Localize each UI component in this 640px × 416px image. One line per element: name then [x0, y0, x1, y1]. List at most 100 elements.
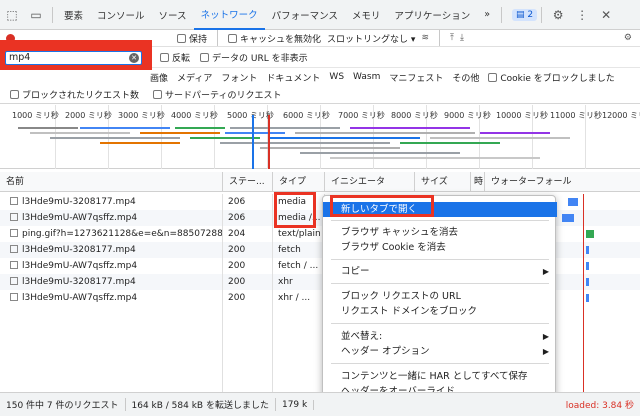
type-filter-row: 画像 メディア フォント ドキュメント WS Wasm マニフェスト その他 C… [0, 68, 640, 86]
menu-item-sort-by[interactable]: 並べ替え: ▶ [323, 329, 557, 344]
tab-memory[interactable]: メモリ [345, 0, 388, 30]
waterfall-bar [568, 198, 578, 206]
kebab-menu-icon[interactable]: ⋮ [570, 0, 594, 30]
waterfall-bar [80, 127, 170, 129]
column-header-status[interactable]: ステー... [222, 172, 272, 192]
load-time: loaded: 3.84 秒 [565, 401, 634, 411]
type-filter-font[interactable]: フォント [221, 71, 257, 84]
column-header-name[interactable]: 名前 [0, 172, 222, 192]
disable-cache-checkbox[interactable]: キャッシュを無効化 [228, 32, 321, 45]
file-icon [10, 197, 18, 205]
waterfall-bar [50, 137, 180, 139]
blocked-requests-label: ブロックされたリクエスト数 [22, 91, 140, 101]
timeline-tick: 7000 ミリ秒 [338, 111, 385, 120]
blocked-cookies-checkbox[interactable]: Cookie をブロックしました [488, 71, 615, 84]
column-header-initiator[interactable]: イニシエータ [324, 172, 414, 192]
timeline-tick: 11000 ミリ秒 [550, 111, 602, 120]
download-icon[interactable]: ⤓ [460, 33, 464, 43]
menu-item-block-domain[interactable]: リクエスト ドメインをブロック [323, 304, 557, 319]
tab-sources[interactable]: ソース [152, 0, 194, 30]
column-header-time[interactable]: 時 [470, 172, 484, 192]
chevron-right-icon: ▶ [542, 347, 549, 356]
chevron-right-icon: ▶ [542, 332, 549, 341]
type-filter-media[interactable]: メディア [177, 71, 212, 84]
waterfall-bar [140, 132, 220, 134]
type-filter-wasm[interactable]: Wasm [353, 72, 380, 82]
type-filter-manifest[interactable]: マニフェスト [389, 71, 443, 84]
throttling-select[interactable]: スロットリングなし ▾ [327, 32, 415, 45]
settings-icon[interactable]: ⚙ [624, 33, 640, 43]
type-filter-other[interactable]: その他 [452, 71, 479, 84]
menu-item-save-har[interactable]: コンテンツと一緒に HAR としてすべて保存 [323, 369, 557, 384]
timeline-overview[interactable]: 1000 ミリ秒 2000 ミリ秒 3000 ミリ秒 4000 ミリ秒 5000… [0, 105, 640, 169]
preserve-log-label: 保持 [189, 34, 208, 45]
menu-item-label: コピー [341, 266, 370, 277]
preserve-log-checkbox[interactable]: 保持 [177, 32, 207, 45]
column-header-type[interactable]: タイプ [272, 172, 324, 192]
waterfall-bar [400, 142, 500, 144]
third-party-checkbox[interactable]: サードパーティのリクエスト [153, 88, 281, 101]
timeline-tick: 5000 ミリ秒 [227, 111, 274, 120]
tab-performance[interactable]: パフォーマンス [265, 0, 345, 30]
request-table-header: 名前 ステー... タイプ イニシエータ サイズ 時 ウォーターフォール [0, 172, 640, 192]
clear-icon[interactable]: ✕ [129, 53, 139, 63]
type-filter-ws[interactable]: WS [329, 72, 344, 82]
row-status: 206 [228, 213, 246, 223]
row-status: 206 [228, 197, 246, 207]
row-status: 200 [228, 293, 246, 303]
type-filter-document[interactable]: ドキュメント [266, 71, 320, 84]
waterfall-bar [330, 157, 540, 159]
row-name: l3Hde9mU-3208177.mp4 [4, 194, 222, 210]
waterfall-bar [270, 137, 420, 139]
checkbox-box[interactable] [177, 33, 186, 43]
blocked-requests-checkbox[interactable]: ブロックされたリクエスト数 [10, 88, 139, 101]
resources-size: 179 k [276, 399, 315, 410]
tab-application[interactable]: アプリケーション [387, 0, 477, 30]
waterfall-bar [562, 214, 574, 222]
divider [541, 6, 543, 23]
tab-elements[interactable]: 要素 [57, 0, 90, 30]
close-icon[interactable]: ✕ [594, 0, 618, 30]
waterfall-bar [586, 278, 589, 286]
hide-data-urls-label: データの URL を非表示 [212, 53, 308, 64]
checkbox-box[interactable] [10, 90, 19, 99]
issues-badge[interactable]: ▤ 2 [512, 8, 538, 21]
checkbox-box[interactable] [488, 72, 498, 82]
waterfall-bar [300, 152, 460, 154]
file-icon [10, 293, 18, 301]
menu-item-clear-cache[interactable]: ブラウザ キャッシュを消去 [323, 225, 557, 240]
checkbox-box[interactable] [153, 90, 163, 99]
more-tabs-button[interactable]: » [477, 0, 497, 30]
type-filter-image[interactable]: 画像 [150, 71, 168, 84]
gear-icon[interactable]: ⚙ [546, 0, 570, 30]
device-toolbar-icon[interactable]: ▭ [24, 0, 48, 30]
divider [217, 30, 219, 46]
inspect-element-icon[interactable]: ⬚ [0, 0, 24, 30]
menu-item-clear-cookies[interactable]: ブラウザ Cookie を消去 [323, 240, 557, 255]
row-status: 204 [228, 229, 246, 239]
dom-content-loaded-marker [252, 115, 254, 169]
wifi-icon[interactable]: ≋ [421, 33, 429, 43]
checkbox-box[interactable] [200, 52, 210, 62]
upload-icon[interactable]: ⤒ [450, 33, 454, 43]
open-new-tab-highlight [330, 195, 434, 217]
tab-network[interactable]: ネットワーク [193, 0, 265, 30]
row-name-text: l3Hde9mU-3208177.mp4 [22, 277, 136, 287]
column-header-size[interactable]: サイズ [414, 172, 470, 192]
timeline-tick: 8000 ミリ秒 [391, 111, 438, 120]
menu-item-header-options[interactable]: ヘッダー オプション ▶ [323, 344, 557, 359]
row-type: fetch [278, 245, 301, 255]
menu-item-copy[interactable]: コピー ▶ [323, 264, 557, 279]
column-header-waterfall[interactable]: ウォーターフォール [484, 172, 640, 192]
checkbox-box[interactable] [228, 33, 238, 43]
tab-console[interactable]: コンソール [90, 0, 152, 30]
menu-item-block-url[interactable]: ブロック リクエストの URL [323, 289, 557, 304]
filter-input[interactable]: mp4 ✕ [5, 51, 142, 65]
checkbox-box[interactable] [160, 52, 169, 62]
row-name-text: ping.gif?h=1273621128&e=e&n=88507288... [22, 229, 222, 239]
waterfall-bar [18, 127, 78, 129]
row-status: 200 [228, 245, 246, 255]
chevron-down-icon: ▾ [410, 34, 416, 45]
invert-checkbox[interactable]: 反転 [160, 51, 190, 64]
hide-data-urls-checkbox[interactable]: データの URL を非表示 [200, 51, 308, 64]
